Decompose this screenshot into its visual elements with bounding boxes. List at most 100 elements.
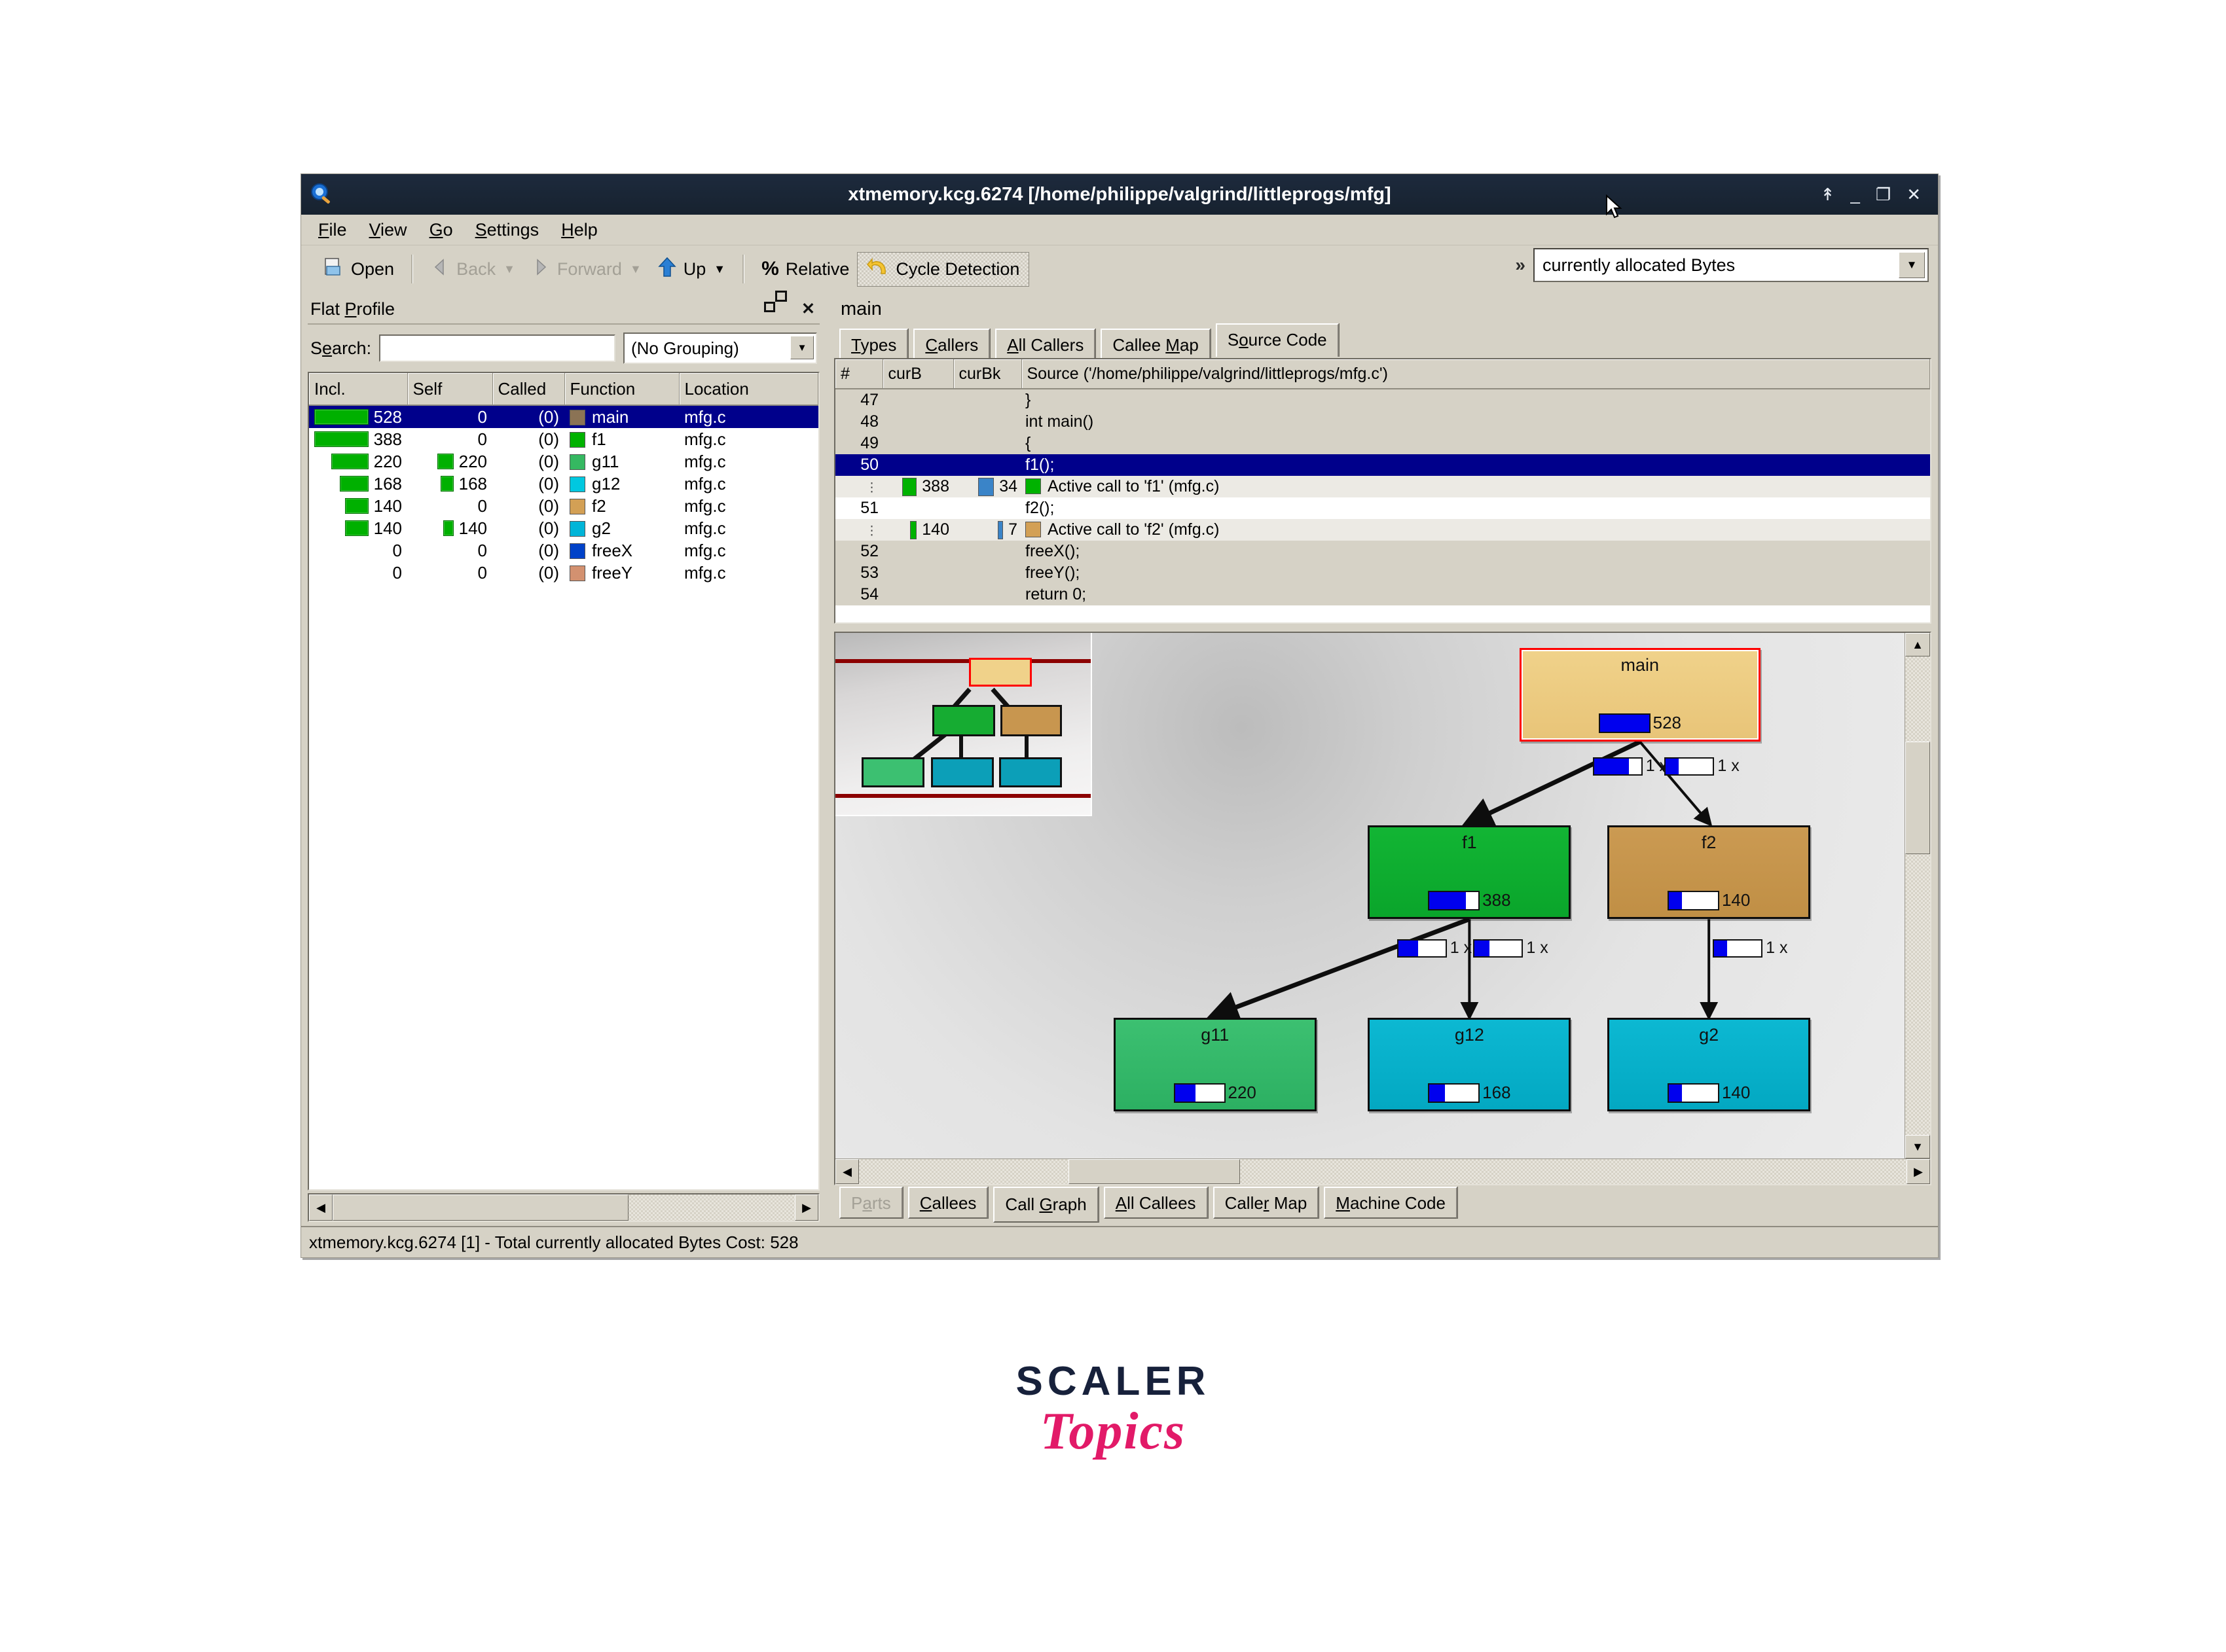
column-header-location[interactable]: Location: [679, 373, 818, 406]
flat-profile-body: 528 0 (0) main mfg.c 388 0 (0) f1 mfg.c 220 220 (0) g…: [309, 405, 818, 584]
flat-profile-table-wrap[interactable]: Incl. Self Called Function Location 528 0…: [308, 372, 820, 1191]
tab-all-callers[interactable]: All Callers: [995, 329, 1096, 359]
scroll-right-icon[interactable]: ▶: [795, 1194, 818, 1221]
cell-self: 0: [477, 562, 487, 583]
scroll-right-icon[interactable]: ▶: [1907, 1159, 1930, 1184]
scroll-up-icon[interactable]: ▲: [1905, 633, 1930, 656]
table-row[interactable]: 0 0 (0) freeX mfg.c: [309, 539, 818, 562]
source-line[interactable]: 48 int main(): [835, 411, 1930, 433]
call-graph-vscrollbar[interactable]: ▲ ▼: [1905, 633, 1930, 1158]
tab-callees[interactable]: Callees: [907, 1187, 989, 1219]
source-line[interactable]: 54 return 0;: [835, 584, 1930, 605]
source-line[interactable]: 50 f1();: [835, 454, 1930, 476]
column-header-curbk[interactable]: curBk: [953, 359, 1022, 389]
scroll-down-icon[interactable]: ▼: [1905, 1135, 1930, 1158]
close-button[interactable]: ✕: [1907, 186, 1921, 203]
cell-called: (0): [492, 405, 564, 428]
vscroll-thumb[interactable]: [1905, 742, 1930, 854]
source-line[interactable]: 53 freeY();: [835, 562, 1930, 584]
forward-button[interactable]: Forward ▼: [523, 255, 649, 284]
menu-view[interactable]: View: [369, 220, 407, 240]
cell-linenum: 47: [835, 389, 883, 411]
column-header-function[interactable]: Function: [564, 373, 680, 406]
curb-swatch: [902, 477, 917, 496]
tab-types[interactable]: Types: [839, 329, 909, 359]
column-header-curb[interactable]: curB: [883, 359, 954, 389]
graph-node-g2[interactable]: g2 140: [1607, 1017, 1811, 1112]
cost-type-value: currently allocated Bytes: [1542, 255, 1736, 275]
column-header-incl[interactable]: Incl.: [309, 373, 408, 406]
cost-type-select[interactable]: currently allocated Bytes ▼: [1533, 248, 1929, 282]
panel-splitter[interactable]: [825, 292, 833, 1226]
mouse-cursor: [1605, 194, 1625, 222]
source-line[interactable]: 52 freeX();: [835, 541, 1930, 562]
graph-node-f1[interactable]: f1 388: [1368, 825, 1571, 920]
graph-node-g11[interactable]: g11 220: [1113, 1017, 1317, 1112]
graph-node-f2[interactable]: f2 140: [1607, 825, 1811, 920]
table-row[interactable]: 220 220 (0) g11 mfg.c: [309, 450, 818, 473]
shade-button[interactable]: ↟: [1821, 186, 1835, 203]
table-row[interactable]: 140 140 (0) g2 mfg.c: [309, 517, 818, 539]
scroll-left-icon[interactable]: ◀: [309, 1194, 333, 1221]
search-label: Search:: [310, 338, 372, 358]
up-button[interactable]: Up ▼: [649, 253, 733, 285]
column-header-self[interactable]: Self: [407, 373, 493, 406]
tab-caller-map[interactable]: Caller Map: [1213, 1187, 1319, 1219]
cost-value: 388: [1482, 890, 1511, 910]
menu-help[interactable]: Help: [561, 220, 598, 240]
search-input[interactable]: [379, 334, 615, 362]
tab-all-callees[interactable]: All Callees: [1103, 1187, 1208, 1219]
forward-dropdown-icon[interactable]: ▼: [630, 262, 642, 276]
call-graph-minimap[interactable]: [835, 633, 1092, 816]
tab-source-code[interactable]: Source Code: [1215, 323, 1339, 357]
menu-go[interactable]: Go: [429, 220, 453, 240]
back-button[interactable]: Back ▼: [422, 255, 523, 284]
call-graph-canvas[interactable]: main 528 f1 388 f2 140 g11 220 g12 168 g2 140 1 x 1 …: [835, 633, 1905, 1158]
minimize-button[interactable]: _: [1850, 186, 1859, 203]
menu-settings[interactable]: Settings: [475, 220, 539, 240]
relative-button[interactable]: % Relative: [754, 255, 857, 283]
chevron-down-icon[interactable]: ▼: [790, 336, 814, 359]
toolbar-overflow-icon[interactable]: »: [1515, 255, 1525, 276]
open-button[interactable]: Open: [314, 253, 402, 285]
column-header-linenum[interactable]: #: [835, 359, 883, 389]
menu-file[interactable]: File: [318, 220, 347, 240]
kcachegrind-window: xtmemory.kcg.6274 [/home/philippe/valgri…: [301, 173, 1939, 1258]
table-row[interactable]: 140 0 (0) f2 mfg.c: [309, 495, 818, 517]
table-row[interactable]: 528 0 (0) main mfg.c: [309, 405, 818, 428]
float-dock-icon[interactable]: [775, 302, 790, 316]
maximize-button[interactable]: ❐: [1876, 186, 1891, 203]
back-dropdown-icon[interactable]: ▼: [503, 262, 515, 276]
source-line[interactable]: 47}: [835, 389, 1930, 411]
source-line[interactable]: 51 f2();: [835, 497, 1930, 519]
source-code-view[interactable]: # curB curBk Source ('/home/philippe/val…: [834, 358, 1931, 624]
source-call-line[interactable]: ⋮ 140 7 Active call to 'f2' (mfg.c): [835, 519, 1930, 541]
table-row[interactable]: 388 0 (0) f1 mfg.c: [309, 428, 818, 450]
source-line[interactable]: 49 {: [835, 433, 1930, 454]
scroll-left-icon[interactable]: ◀: [835, 1159, 859, 1184]
chevron-down-icon[interactable]: ▼: [1899, 252, 1925, 278]
hscroll-thumb[interactable]: [333, 1194, 629, 1221]
up-dropdown-icon[interactable]: ▼: [714, 262, 725, 276]
tab-call-graph[interactable]: Call Graph: [993, 1187, 1099, 1223]
grouping-select[interactable]: (No Grouping) ▼: [623, 332, 817, 364]
tab-callers[interactable]: Callers: [913, 329, 991, 359]
tab-parts[interactable]: Parts: [839, 1187, 903, 1219]
column-header-called[interactable]: Called: [492, 373, 565, 406]
close-dock-icon[interactable]: ✕: [801, 301, 816, 317]
column-header-source[interactable]: Source ('/home/philippe/valgrind/littlep…: [1021, 359, 1930, 389]
source-call-line[interactable]: ⋮ 388 34 Active call to 'f1' (mfg.c): [835, 476, 1930, 497]
cycle-detection-button[interactable]: Cycle Detection: [857, 251, 1030, 287]
table-row[interactable]: 168 168 (0) g12 mfg.c: [309, 473, 818, 495]
back-arrow-icon: [430, 257, 450, 281]
graph-node-g12[interactable]: g12 168: [1368, 1017, 1571, 1112]
call-graph-view[interactable]: main 528 f1 388 f2 140 g11 220 g12 168 g2 140 1 x 1 …: [834, 632, 1931, 1185]
graph-node-main[interactable]: main 528: [1520, 647, 1761, 742]
hscroll-thumb[interactable]: [1068, 1159, 1240, 1184]
tab-machine-code[interactable]: Machine Code: [1324, 1187, 1457, 1219]
table-row[interactable]: 0 0 (0) freeY mfg.c: [309, 562, 818, 584]
tab-callee-map[interactable]: Callee Map: [1101, 329, 1211, 359]
call-graph-hscrollbar[interactable]: ◀ ▶: [835, 1158, 1930, 1184]
function-color-swatch: [570, 543, 585, 559]
flat-profile-hscrollbar[interactable]: ◀ ▶: [308, 1193, 820, 1222]
